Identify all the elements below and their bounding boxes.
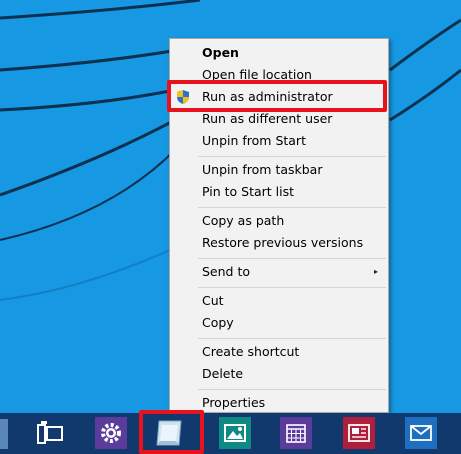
submenu-arrow-icon: ▸ xyxy=(373,267,378,276)
menu-separator xyxy=(198,156,386,157)
menu-item-open[interactable]: Open xyxy=(170,42,388,64)
menu-item-create-shortcut[interactable]: Create shortcut xyxy=(170,341,388,363)
menu-item-send-to[interactable]: Send to ▸ xyxy=(170,261,388,283)
menu-separator xyxy=(198,389,386,390)
menu-item-copy[interactable]: Copy xyxy=(170,312,388,334)
menu-separator xyxy=(198,258,386,259)
settings-gear-icon[interactable] xyxy=(95,417,127,449)
menu-item-unpin-from-start[interactable]: Unpin from Start xyxy=(170,130,388,152)
highlight-run-as-administrator xyxy=(167,80,387,112)
calendar-icon[interactable] xyxy=(280,417,312,449)
menu-item-delete[interactable]: Delete xyxy=(170,363,388,385)
menu-separator xyxy=(198,207,386,208)
taskbar xyxy=(0,413,461,454)
task-view-icon[interactable] xyxy=(34,417,66,449)
start-edge xyxy=(0,419,8,449)
highlight-taskbar-app xyxy=(139,410,204,454)
menu-item-cut[interactable]: Cut xyxy=(170,290,388,312)
menu-item-pin-to-start-list[interactable]: Pin to Start list xyxy=(170,181,388,203)
menu-item-restore-previous-versions[interactable]: Restore previous versions xyxy=(170,232,388,254)
news-icon[interactable] xyxy=(343,417,375,449)
menu-separator xyxy=(198,287,386,288)
photos-icon[interactable] xyxy=(219,417,251,449)
menu-item-copy-as-path[interactable]: Copy as path xyxy=(170,210,388,232)
menu-item-unpin-from-taskbar[interactable]: Unpin from taskbar xyxy=(170,159,388,181)
menu-separator xyxy=(198,338,386,339)
mail-icon[interactable] xyxy=(405,417,437,449)
